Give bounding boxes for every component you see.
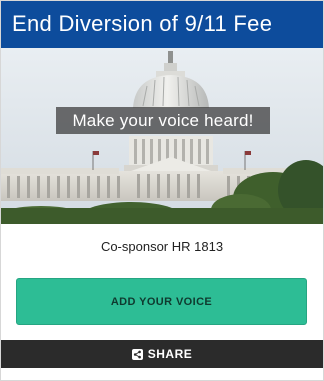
hero-image: Make your voice heard! (1, 48, 323, 224)
hero-tagline: Make your voice heard! (56, 107, 270, 134)
share-label: SHARE (147, 347, 193, 361)
widget-title: End Diversion of 9/11 Fee (12, 11, 273, 36)
widget-header: End Diversion of 9/11 Fee (1, 1, 323, 48)
share-icon (131, 348, 143, 360)
capitol-building-image (1, 48, 323, 224)
add-your-voice-label: ADD YOUR VOICE (110, 295, 213, 308)
share-button[interactable]: SHARE (1, 340, 323, 368)
action-widget: End Diversion of 9/11 Fee Make your voic… (0, 0, 324, 381)
bill-subtitle: Co-sponsor HR 1813 (100, 239, 224, 254)
add-your-voice-button[interactable]: ADD YOUR VOICE (16, 278, 307, 325)
